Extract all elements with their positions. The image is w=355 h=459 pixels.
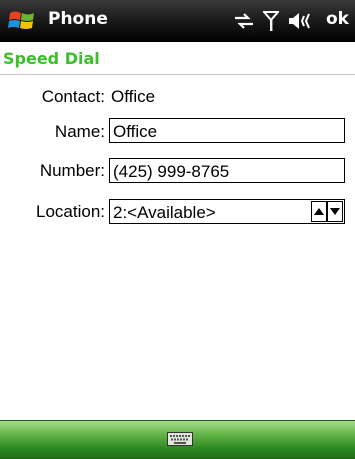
spin-down-button[interactable]	[327, 201, 343, 222]
windows-start-icon[interactable]	[6, 5, 38, 37]
number-field[interactable]: (425) 999-8765	[109, 158, 345, 183]
spin-up-button[interactable]	[311, 201, 327, 222]
volume-icon[interactable]	[287, 10, 313, 32]
title-bar: Phone ok	[0, 0, 355, 43]
location-select-value: 2:<Available>	[113, 203, 216, 222]
contact-label: Contact:	[41, 87, 105, 106]
app-title: Phone	[48, 9, 108, 29]
contact-value: Office	[111, 87, 156, 106]
name-field-value: Office	[113, 122, 158, 141]
page-title: Speed Dial	[3, 49, 100, 68]
location-select[interactable]: 2:<Available>	[109, 199, 345, 224]
signal-icon[interactable]	[263, 10, 279, 32]
ok-button[interactable]: ok	[326, 9, 349, 29]
connectivity-icon[interactable]	[232, 10, 256, 32]
arrow-down-icon	[330, 208, 340, 215]
location-label: Location:	[36, 202, 105, 221]
name-label: Name:	[54, 122, 105, 141]
arrow-up-icon	[314, 208, 324, 215]
number-label: Number:	[39, 161, 105, 180]
soft-key-bar	[0, 420, 355, 459]
page-header: Speed Dial	[0, 42, 355, 75]
name-field[interactable]: Office	[109, 118, 345, 143]
keyboard-icon[interactable]	[167, 432, 193, 446]
number-field-value: (425) 999-8765	[113, 162, 230, 181]
